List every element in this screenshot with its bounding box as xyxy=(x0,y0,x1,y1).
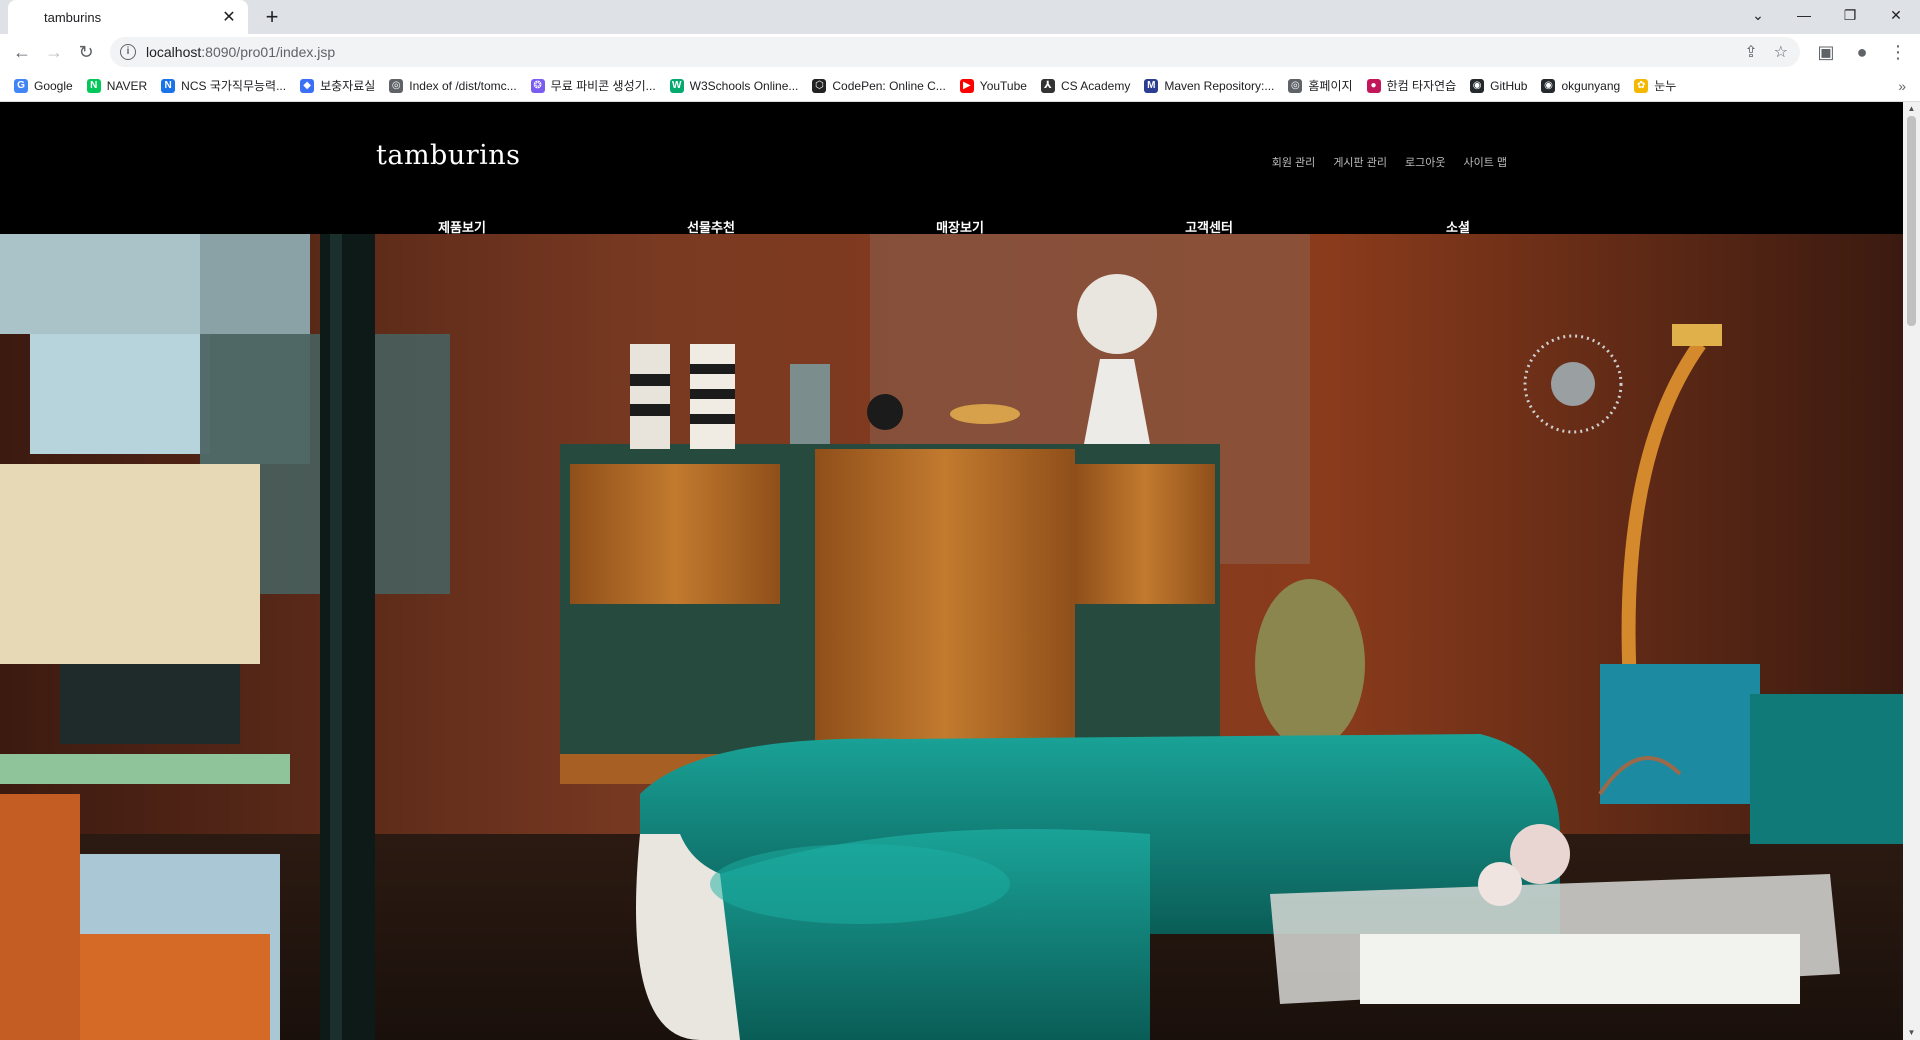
forward-icon[interactable]: → xyxy=(38,36,70,68)
globe-icon: ◎ xyxy=(389,78,404,93)
shield-icon: ◆ xyxy=(300,78,315,93)
bookmark-item[interactable]: ● 한컴 타자연습 xyxy=(1366,77,1457,94)
bookmark-item[interactable]: ◉ okgunyang xyxy=(1541,78,1621,93)
bookmark-label: 눈누 xyxy=(1654,79,1677,93)
bookmark-item[interactable]: ⬡ CodePen: Online C... xyxy=(812,78,946,93)
new-tab-icon[interactable]: + xyxy=(258,4,286,32)
hancom-icon: ● xyxy=(1366,78,1381,93)
bookmark-item[interactable]: ◉ GitHub xyxy=(1470,78,1528,93)
address-bar[interactable]: i localhost:8090/pro01/index.jsp ⇪ ☆ xyxy=(110,37,1800,67)
bookmark-label: W3Schools Online... xyxy=(689,78,799,93)
minimize-icon[interactable]: — xyxy=(1782,0,1826,30)
restore-icon[interactable]: ❐ xyxy=(1828,0,1872,30)
bookmark-label: CS Academy xyxy=(1060,78,1131,93)
utility-nav: 회원 관리 게시판 관리 로그아웃 사이트 맵 xyxy=(1272,154,1507,170)
google-icon: G xyxy=(14,78,28,93)
github-icon: ◉ xyxy=(1470,78,1485,93)
url-text: localhost:8090/pro01/index.jsp xyxy=(146,44,335,60)
profile-icon[interactable]: ● xyxy=(1846,36,1878,68)
bookmark-item[interactable]: ◎ Index of /dist/tomc... xyxy=(389,78,517,93)
bookmark-label: Google xyxy=(34,78,73,93)
site-info-icon[interactable]: i xyxy=(120,44,136,60)
bookmarks-overflow-icon[interactable]: » xyxy=(1898,78,1906,94)
bookmark-label: 한컴 타자연습 xyxy=(1386,79,1457,93)
codepen-icon: ⬡ xyxy=(812,78,827,93)
reload-icon[interactable]: ↻ xyxy=(70,36,102,68)
browser-toolbar: ← → ↻ i localhost:8090/pro01/index.jsp ⇪… xyxy=(0,34,1920,70)
bookmark-label: CodePen: Online C... xyxy=(832,78,946,93)
scroll-thumb[interactable] xyxy=(1907,116,1916,326)
bookmark-item[interactable]: ❂ 무료 파비콘 생성기... xyxy=(530,77,656,94)
site-logo[interactable]: tamburins xyxy=(376,140,521,171)
bookmark-item[interactable]: M Maven Repository:... xyxy=(1144,78,1275,93)
scroll-up-icon[interactable]: ▲ xyxy=(1903,102,1920,116)
ncs-icon: N xyxy=(161,78,176,93)
living-room-illustration xyxy=(0,234,1903,1040)
bookmark-item[interactable]: ⅄ CS Academy xyxy=(1040,78,1131,93)
bookmark-item[interactable]: N NAVER xyxy=(86,78,148,93)
url-path: :8090/pro01/index.jsp xyxy=(201,44,336,60)
bookmark-item[interactable]: ◎ 홈페이지 xyxy=(1288,77,1353,94)
bookmark-label: NAVER xyxy=(106,78,148,93)
youtube-icon: ▶ xyxy=(959,78,974,93)
side-panel-icon[interactable]: ▣ xyxy=(1810,36,1842,68)
bookmark-item[interactable]: W W3Schools Online... xyxy=(669,78,799,93)
logout-link[interactable]: 로그아웃 xyxy=(1405,154,1445,170)
url-host: localhost xyxy=(146,44,202,60)
noonnu-icon: ✿ xyxy=(1634,78,1649,93)
bookmark-label: YouTube xyxy=(979,78,1027,93)
share-icon[interactable]: ⇪ xyxy=(1744,42,1757,62)
bookmark-label: 홈페이지 xyxy=(1308,79,1353,93)
tab-title: tamburins xyxy=(44,9,102,25)
globe-icon: ◎ xyxy=(1288,78,1303,93)
sitemap-link[interactable]: 사이트 맵 xyxy=(1463,154,1507,170)
bookmark-label: 보충자료실 xyxy=(320,79,376,93)
member-admin-link[interactable]: 회원 관리 xyxy=(1272,154,1316,170)
bookmarks-bar: G Google N NAVER N NCS 국가직무능력... ◆ 보충자료실 ◎ Index … xyxy=(0,70,1920,102)
bookmark-item[interactable]: ✿ 눈누 xyxy=(1634,77,1676,94)
bookmark-label: 무료 파비콘 생성기... xyxy=(550,79,656,93)
maven-icon: M xyxy=(1144,78,1159,93)
close-window-icon[interactable]: ✕ xyxy=(1874,0,1918,30)
back-icon[interactable]: ← xyxy=(6,36,38,68)
favicon-gen-icon: ❂ xyxy=(530,78,545,93)
github-icon: ◉ xyxy=(1541,78,1556,93)
bookmark-label: GitHub xyxy=(1490,78,1528,93)
w3schools-icon: W xyxy=(669,78,684,93)
bookmark-star-icon[interactable]: ☆ xyxy=(1774,42,1788,62)
bookmark-label: okgunyang xyxy=(1561,78,1621,93)
hero-image xyxy=(0,234,1903,1040)
close-tab-icon[interactable]: ✕ xyxy=(220,7,238,27)
bookmark-item[interactable]: G Google xyxy=(14,78,73,93)
bookmark-label: Maven Repository:... xyxy=(1164,78,1275,93)
cs-academy-icon: ⅄ xyxy=(1040,78,1055,93)
bookmark-item[interactable]: N NCS 국가직무능력... xyxy=(161,77,286,94)
bookmark-label: NCS 국가직무능력... xyxy=(181,79,287,93)
scroll-down-icon[interactable]: ▼ xyxy=(1903,1026,1920,1040)
browser-tab[interactable]: tamburins ✕ xyxy=(8,0,248,34)
web-page: tamburins 회원 관리 게시판 관리 로그아웃 사이트 맵 제품보기 선… xyxy=(0,102,1903,1040)
bookmark-item[interactable]: ▶ YouTube xyxy=(959,78,1027,93)
menu-icon[interactable]: ⋮ xyxy=(1882,36,1914,68)
page-scrollbar[interactable]: ▲ ▼ xyxy=(1903,102,1920,1040)
naver-icon: N xyxy=(86,78,101,93)
board-admin-link[interactable]: 게시판 관리 xyxy=(1333,154,1387,170)
site-header: tamburins 회원 관리 게시판 관리 로그아웃 사이트 맵 제품보기 선… xyxy=(0,102,1903,235)
bookmark-item[interactable]: ◆ 보충자료실 xyxy=(300,77,375,94)
tab-strip: tamburins ✕ + ⌄ — ❐ ✕ xyxy=(0,0,1920,34)
bookmark-label: Index of /dist/tomc... xyxy=(409,78,517,93)
tab-search-icon[interactable]: ⌄ xyxy=(1736,0,1780,30)
